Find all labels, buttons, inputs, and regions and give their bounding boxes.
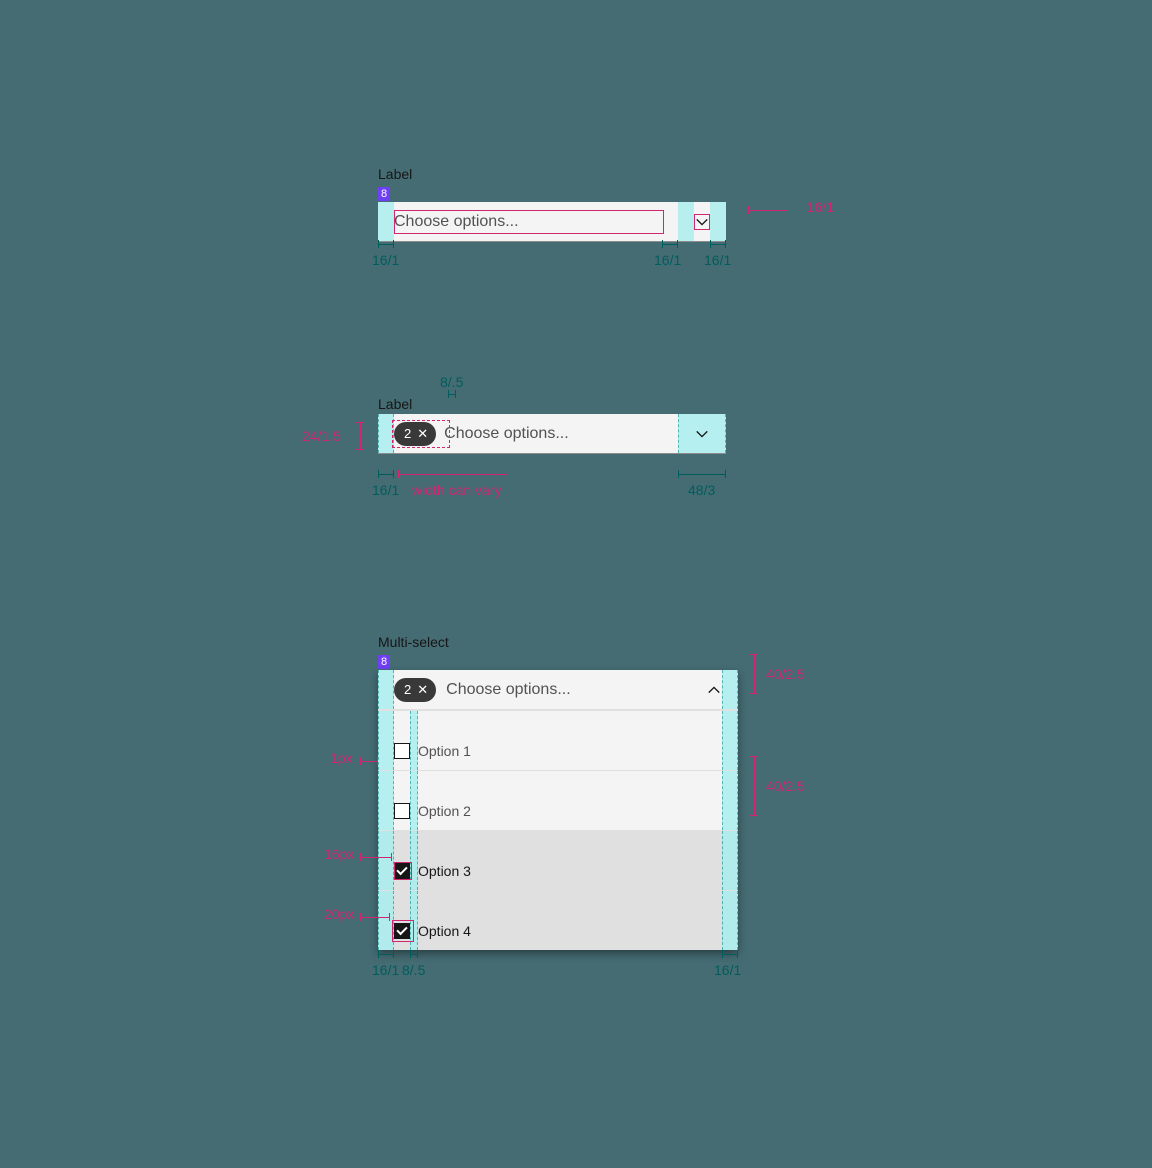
gap-tint bbox=[410, 711, 418, 770]
anno-cb-size: 16px bbox=[324, 846, 354, 862]
option-row[interactable]: Option 1 bbox=[378, 710, 738, 770]
multiselect-header[interactable]: 2 ✕ Choose options... bbox=[378, 670, 738, 710]
selection-tag[interactable]: 2 ✕ bbox=[394, 678, 436, 702]
measure-left bbox=[378, 240, 394, 248]
padding-tint-left bbox=[378, 771, 394, 830]
gap-tint bbox=[410, 831, 418, 890]
anno-right: 16/1 bbox=[704, 252, 731, 268]
option-row[interactable]: Option 2 bbox=[378, 770, 738, 830]
gap-badge: 8 bbox=[378, 655, 390, 669]
anno-header-h: 40/2.5 bbox=[766, 666, 805, 682]
multiselect-field-tagged[interactable]: 2 ✕ Choose options... bbox=[378, 414, 726, 454]
measure-width-vary bbox=[398, 470, 508, 478]
checkbox[interactable] bbox=[394, 803, 410, 819]
measure-left bbox=[378, 950, 394, 958]
measure-left bbox=[378, 470, 394, 478]
option-label: Option 3 bbox=[418, 863, 471, 879]
field-label: Label bbox=[378, 396, 746, 412]
anno-left: 16/1 bbox=[372, 252, 399, 268]
anno-width-vary: width can vary bbox=[412, 482, 501, 498]
measure-right bbox=[678, 470, 726, 478]
anno-pill-gap: 8/.5 bbox=[440, 374, 463, 390]
padding-tint-left bbox=[378, 202, 394, 241]
tag-count: 2 bbox=[404, 682, 411, 697]
anno-gap: 16/1 bbox=[654, 252, 681, 268]
pill-bbox bbox=[392, 420, 450, 448]
option-label: Option 1 bbox=[418, 743, 471, 759]
padding-tint-right bbox=[722, 831, 738, 890]
padding-tint-mid bbox=[678, 202, 694, 241]
measure-pill-h bbox=[356, 422, 364, 450]
leader-icon bbox=[748, 206, 788, 214]
anno-pill-h: 24/1.5 bbox=[302, 428, 341, 444]
field-label: Label bbox=[378, 166, 746, 182]
option-row[interactable]: Option 4 bbox=[378, 890, 738, 950]
field-label: Multi-select bbox=[378, 634, 766, 650]
gap-tint bbox=[410, 771, 418, 830]
anno-row-h: 40/2.5 bbox=[766, 778, 805, 794]
padding-tint-left bbox=[378, 711, 394, 770]
measure-header-h bbox=[750, 654, 758, 694]
leader-divider bbox=[360, 757, 378, 765]
chevron-down-icon[interactable] bbox=[694, 426, 710, 442]
padding-tint-right bbox=[722, 711, 738, 770]
padding-tint-right bbox=[722, 771, 738, 830]
anno-icon-size: 16/1 bbox=[807, 199, 834, 215]
gap-badge: 8 bbox=[378, 187, 390, 201]
chevron-up-icon[interactable] bbox=[706, 682, 722, 698]
padding-tint-left bbox=[378, 670, 394, 709]
multiselect-field[interactable]: Choose options... bbox=[378, 202, 726, 242]
placeholder-text: Choose options... bbox=[394, 213, 519, 231]
option-label: Option 4 bbox=[418, 923, 471, 939]
padding-tint-right bbox=[722, 670, 738, 709]
placeholder-text: Choose options... bbox=[444, 425, 569, 443]
anno-left: 16/1 bbox=[372, 962, 399, 978]
measure-inner-gap bbox=[410, 950, 418, 958]
leader-cb-size bbox=[360, 853, 392, 861]
close-icon[interactable]: ✕ bbox=[417, 683, 428, 696]
anno-right: 16/1 bbox=[714, 962, 741, 978]
multiselect-menu: 2 ✕ Choose options... Option 1 Option 2 bbox=[378, 670, 738, 950]
option-row[interactable]: Option 3 bbox=[378, 830, 738, 890]
measure-row-h bbox=[750, 756, 758, 816]
anno-right: 48/3 bbox=[688, 482, 715, 498]
anno-divider: 1px bbox=[330, 750, 353, 766]
measure-right bbox=[710, 240, 726, 248]
chevron-down-icon[interactable] bbox=[694, 214, 710, 230]
leader-cb-hit bbox=[360, 913, 390, 921]
padding-tint-right bbox=[722, 891, 738, 950]
measure-pill-gap bbox=[448, 390, 456, 398]
placeholder-text: Choose options... bbox=[446, 681, 571, 699]
measure-right bbox=[722, 950, 738, 958]
anno-left: 16/1 bbox=[372, 482, 399, 498]
checkbox[interactable] bbox=[394, 743, 410, 759]
anno-inner-gap: 8/.5 bbox=[402, 962, 425, 978]
anno-cb-hit: 20px bbox=[324, 906, 354, 922]
measure-gap bbox=[662, 240, 678, 248]
option-label: Option 2 bbox=[418, 803, 471, 819]
padding-tint-right bbox=[710, 202, 726, 241]
